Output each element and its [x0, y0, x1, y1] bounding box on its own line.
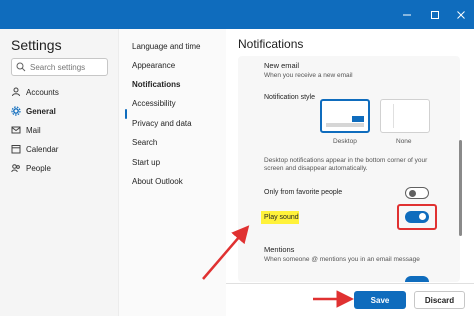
notifications-panel: Notifications New email When you receive…: [226, 29, 474, 316]
subnav-item-notifications[interactable]: Notifications: [132, 77, 180, 91]
subnav-item-appearance[interactable]: Appearance: [132, 58, 175, 72]
none-preview-line: [393, 104, 394, 128]
notification-settings-card: New email When you receive a new email N…: [238, 56, 460, 282]
play-sound-label: Play sound: [264, 214, 299, 221]
none-option-label: None: [396, 138, 412, 145]
favorite-people-toggle[interactable]: [405, 187, 429, 199]
subnav-item-about-outlook[interactable]: About Outlook: [132, 174, 183, 188]
sidebar-item-label: People: [26, 163, 51, 173]
people-icon: [11, 163, 21, 173]
desktop-notification-description: Desktop notifications appear in the bott…: [264, 157, 428, 172]
sidebar-item-calendar[interactable]: Calendar: [11, 141, 58, 157]
desktop-option-label: Desktop: [333, 138, 357, 145]
close-button[interactable]: [446, 0, 474, 29]
calendar-icon: [11, 144, 21, 154]
subnav-item-accessibility[interactable]: Accessibility: [132, 96, 176, 110]
sidebar-item-label: General: [26, 106, 56, 116]
settings-sidebar: Settings Search settings Accounts Genera…: [0, 29, 118, 316]
mentions-heading: Mentions: [264, 245, 295, 254]
scrollbar[interactable]: [459, 140, 462, 236]
play-sound-toggle[interactable]: [405, 211, 429, 223]
person-icon: [11, 87, 21, 97]
search-input[interactable]: Search settings: [11, 58, 108, 76]
sidebar-item-label: Calendar: [26, 144, 59, 154]
sidebar-item-accounts[interactable]: Accounts: [11, 84, 59, 100]
save-button[interactable]: Save: [354, 291, 406, 309]
page-title: Notifications: [238, 37, 304, 51]
active-indicator: [125, 109, 127, 119]
sidebar-item-mail[interactable]: Mail: [11, 122, 41, 138]
subnav-item-privacy-and-data[interactable]: Privacy and data: [132, 116, 192, 130]
mentions-description: When someone @ mentions you in an email …: [264, 256, 420, 263]
maximize-icon: [431, 10, 439, 19]
desktop-preview-bar: [326, 123, 364, 127]
general-subnav: Language and time Appearance Notificatio…: [118, 29, 226, 316]
search-placeholder: Search settings: [30, 62, 86, 72]
new-email-heading: New email: [264, 61, 300, 70]
close-icon: [457, 10, 465, 19]
mentions-toggle[interactable]: [405, 276, 429, 282]
sidebar-item-label: Accounts: [26, 87, 59, 97]
title-bar: [0, 0, 474, 29]
sidebar-item-people[interactable]: People: [11, 160, 51, 176]
subnav-item-start-up[interactable]: Start up: [132, 155, 160, 169]
notification-style-label: Notification style: [264, 94, 315, 101]
discard-button[interactable]: Discard: [414, 291, 465, 309]
mail-icon: [11, 125, 21, 135]
subnav-item-language-and-time[interactable]: Language and time: [132, 39, 201, 53]
sidebar-item-general[interactable]: General: [11, 103, 56, 119]
new-email-description: When you receive a new email: [264, 72, 353, 79]
gear-icon: [11, 106, 21, 116]
search-icon: [16, 62, 26, 72]
footer-bar: Save Discard: [226, 283, 474, 316]
favorite-people-label: Only from favorite people: [264, 189, 343, 196]
toggle-knob: [419, 213, 426, 220]
desktop-style-option[interactable]: [320, 99, 370, 133]
subnav-item-search[interactable]: Search: [132, 135, 157, 149]
minimize-icon: [403, 14, 411, 15]
sidebar-item-label: Mail: [26, 125, 41, 135]
minimize-button[interactable]: [392, 0, 422, 29]
desktop-preview-toast: [352, 116, 364, 122]
settings-title: Settings: [11, 37, 62, 53]
none-style-option[interactable]: [380, 99, 430, 133]
toggle-knob: [409, 189, 416, 197]
